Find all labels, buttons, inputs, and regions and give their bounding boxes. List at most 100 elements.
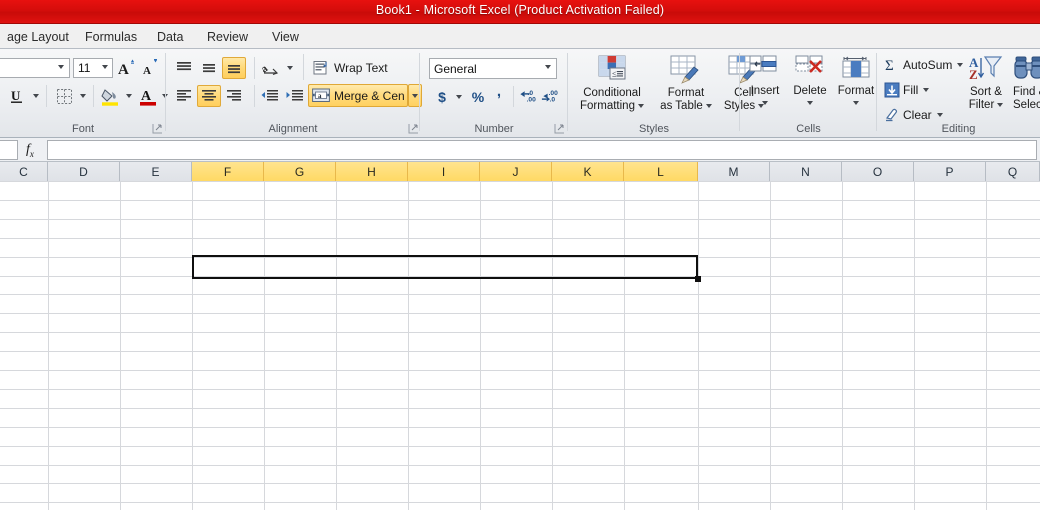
column-header-g[interactable]: G	[264, 162, 336, 181]
column-header-f[interactable]: F	[192, 162, 264, 181]
tab-view[interactable]: View	[265, 24, 306, 49]
delete-cells-button[interactable]: Delete	[788, 55, 832, 105]
format-as-table-label-1: Format	[667, 87, 705, 99]
font-size-combo[interactable]: 11	[73, 58, 113, 78]
insert-cells-button[interactable]: Insert	[744, 55, 786, 105]
currency-format-button[interactable]: $	[432, 86, 452, 107]
worksheet: CDEFGHIJKLMNOPQ	[0, 162, 1040, 510]
currency-dropdown[interactable]	[452, 86, 465, 107]
grid-area[interactable]	[0, 181, 1040, 510]
fill-color-button[interactable]	[98, 85, 122, 107]
grid-row-line	[0, 200, 1040, 201]
middle-align-icon	[203, 64, 215, 73]
selected-cell-range[interactable]	[192, 255, 698, 279]
tab-review[interactable]: Review	[200, 24, 255, 49]
wrap-text-button[interactable]: Wrap Text	[308, 56, 393, 79]
grid-column-line	[986, 181, 987, 510]
align-center-button[interactable]	[197, 85, 221, 107]
number-format-combo[interactable]: General	[429, 58, 557, 79]
increase-decimal-button[interactable]: .0 .00	[517, 86, 539, 107]
column-header-l[interactable]: L	[624, 162, 698, 181]
sort-and-filter-label-1: Sort &	[970, 86, 1002, 98]
font-dialog-launcher[interactable]	[152, 123, 163, 134]
column-header-o[interactable]: O	[842, 162, 914, 181]
autosum-button[interactable]: Σ AutoSum	[883, 54, 964, 75]
chevron-down-icon	[936, 112, 943, 117]
font-name-combo[interactable]	[0, 58, 70, 78]
column-header-p[interactable]: P	[914, 162, 986, 181]
font-color-button[interactable]: A	[137, 85, 159, 107]
merge-and-center-label: Merge & Center	[334, 88, 404, 103]
group-label-editing: Editing	[941, 123, 976, 135]
chevron-down-icon	[762, 100, 768, 105]
decrease-indent-button[interactable]	[257, 85, 281, 107]
fill-color-dropdown[interactable]	[122, 85, 136, 107]
tab-data[interactable]: Data	[150, 24, 190, 49]
name-box[interactable]	[0, 140, 18, 160]
insert-function-icon[interactable]: fx	[26, 142, 34, 159]
underline-button[interactable]: U	[6, 85, 28, 107]
fill-button[interactable]: Fill	[883, 79, 930, 100]
fill-handle[interactable]	[695, 276, 701, 282]
alignment-dialog-launcher[interactable]	[408, 123, 419, 134]
clear-button[interactable]: Clear	[883, 104, 944, 125]
bottom-align-button[interactable]	[222, 57, 246, 79]
column-header-i[interactable]: I	[408, 162, 480, 181]
window-title: Book1 - Microsoft Excel (Product Activat…	[375, 3, 665, 17]
grow-font-icon: A	[118, 59, 134, 77]
chevron-down-icon	[637, 103, 644, 108]
middle-align-button[interactable]	[197, 57, 221, 79]
chevron-down-icon	[126, 94, 132, 98]
ribbon-group-editing: Σ AutoSum Fill Clear A Z Sort & Filter F…	[877, 49, 1040, 137]
chevron-down-icon	[80, 94, 86, 98]
conditional-formatting-button[interactable]: ≤ Conditional Formatting	[572, 55, 652, 112]
sort-and-filter-label-2: Filter	[968, 98, 995, 111]
grid-column-line	[48, 181, 49, 510]
align-right-button[interactable]	[222, 85, 246, 107]
percent-format-button[interactable]: %	[467, 86, 489, 107]
increase-indent-button[interactable]	[282, 85, 306, 107]
group-label-alignment: Alignment	[268, 123, 318, 135]
column-header-k[interactable]: K	[552, 162, 624, 181]
top-align-button[interactable]	[172, 57, 196, 79]
column-header-c[interactable]: C	[0, 162, 48, 181]
grid-column-line	[120, 181, 121, 510]
font-color-icon: A	[140, 89, 156, 106]
sort-and-filter-button[interactable]: A Z Sort & Filter	[962, 54, 1010, 111]
svg-text:U: U	[11, 88, 21, 103]
column-header-m[interactable]: M	[698, 162, 770, 181]
align-left-button[interactable]	[172, 85, 196, 107]
borders-button[interactable]	[52, 85, 76, 107]
format-cells-button[interactable]: Format	[834, 55, 878, 105]
shrink-font-button[interactable]: A	[140, 57, 162, 79]
chevron-down-icon	[853, 100, 859, 105]
divider	[254, 57, 255, 79]
number-dialog-launcher[interactable]	[554, 123, 565, 134]
currency-symbol: $	[438, 88, 446, 105]
column-header-h[interactable]: H	[336, 162, 408, 181]
column-header-e[interactable]: E	[120, 162, 192, 181]
font-size-value: 11	[78, 61, 91, 75]
fill-label: Fill	[903, 82, 919, 97]
tab-page-layout[interactable]: age Layout	[0, 24, 76, 49]
grow-font-button[interactable]: A	[116, 57, 138, 79]
svg-text:A: A	[143, 65, 151, 77]
column-header-q[interactable]: Q	[986, 162, 1040, 181]
find-and-select-button[interactable]: Find & Select	[1013, 54, 1040, 111]
orientation-dropdown[interactable]	[283, 57, 296, 79]
column-header-n[interactable]: N	[770, 162, 842, 181]
borders-dropdown[interactable]	[76, 85, 90, 107]
merge-and-center-button[interactable]: a Merge & Center	[308, 84, 408, 107]
tab-formulas[interactable]: Formulas	[78, 24, 144, 49]
column-header-d[interactable]: D	[48, 162, 120, 181]
formula-input[interactable]	[47, 140, 1037, 160]
comma-style-button[interactable]: ,	[489, 84, 509, 107]
chevron-down-icon	[545, 65, 551, 69]
decrease-decimal-button[interactable]: .00 .0	[539, 86, 561, 107]
format-as-table-button[interactable]: Format as Table	[656, 55, 716, 112]
underline-icon: U	[11, 88, 22, 103]
orientation-button[interactable]: a	[259, 57, 283, 79]
underline-dropdown[interactable]	[29, 85, 43, 107]
title-bar: Book1 - Microsoft Excel (Product Activat…	[0, 0, 1040, 24]
column-header-j[interactable]: J	[480, 162, 552, 181]
